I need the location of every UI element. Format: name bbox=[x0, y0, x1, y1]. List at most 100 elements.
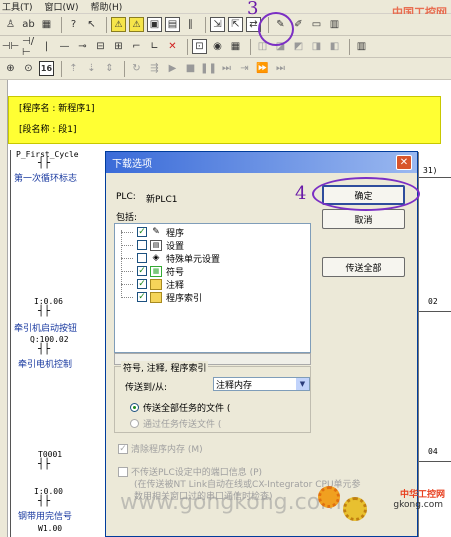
disabled-tool-3-icon: ◩ bbox=[293, 41, 304, 52]
program-check-icon[interactable]: ▤ bbox=[165, 17, 180, 32]
close-button[interactable]: ✕ bbox=[396, 155, 412, 170]
program-index-checkbox[interactable]: ✓ bbox=[137, 292, 147, 302]
close-icon: ✕ bbox=[399, 157, 409, 168]
tree-line bbox=[121, 297, 133, 298]
step-over-icon: ⇥ bbox=[240, 63, 249, 74]
tree-item-symbol[interactable]: ✓ ▦ 符号 bbox=[137, 265, 184, 278]
radio-button bbox=[130, 419, 139, 428]
ladder-comment: 牵引电机控制 bbox=[18, 360, 73, 370]
comment-checkbox[interactable]: ✓ bbox=[137, 279, 147, 289]
help-icon[interactable]: ? bbox=[66, 17, 81, 32]
hex-display-icon[interactable]: 16 bbox=[39, 61, 54, 76]
rung-line bbox=[418, 461, 451, 462]
tree-item-program[interactable]: ✓ ✎ 程序 bbox=[137, 226, 185, 239]
symbol-checkbox[interactable]: ✓ bbox=[137, 266, 147, 276]
radio-transfer-all-tasks[interactable]: 传送全部任务的文件 ( bbox=[130, 401, 230, 414]
tree-item-program-index[interactable]: ✓ 程序索引 bbox=[137, 291, 202, 304]
toolbar-separator bbox=[124, 60, 125, 77]
pause-icon[interactable]: ∥ bbox=[183, 17, 198, 32]
instruction-icon[interactable]: ⊟ bbox=[93, 39, 108, 54]
settings-icon: ▤ bbox=[150, 239, 162, 251]
ladder-right-text: 04 bbox=[428, 447, 438, 456]
menu-tools[interactable]: 工具(T) bbox=[2, 0, 33, 13]
special-unit-checkbox[interactable] bbox=[137, 253, 147, 263]
tree-line bbox=[121, 258, 133, 259]
find-replace-icon[interactable]: ab bbox=[21, 17, 36, 32]
menu-window[interactable]: 窗口(W) bbox=[45, 0, 79, 13]
disabled-tool-4-icon: ◨ bbox=[311, 41, 322, 52]
contact-nc-icon[interactable]: ⊣/⊢ bbox=[21, 36, 36, 58]
tree-line bbox=[121, 271, 133, 272]
step-into-icon: ⏭ bbox=[222, 63, 231, 74]
ladder-comment: 牵引机启动按钮 bbox=[14, 324, 78, 334]
annotation-step-3: 3 bbox=[247, 0, 259, 19]
monitor-icon[interactable]: ▣ bbox=[147, 17, 162, 32]
power-rail bbox=[10, 150, 11, 537]
tree-item-label: 注释 bbox=[166, 280, 185, 291]
toolbar-row-2: ⊣⊢ ⊣/⊢ | — ⊸ ⊟ ⊞ ⌐ ∟ ✕ ⊡ ◉ ▦ ◫ ◪ ◩ ◨ ◧ ▥ bbox=[0, 36, 451, 58]
ladder-margin bbox=[0, 80, 8, 537]
radio-label: 传送全部任务的文件 ( bbox=[143, 404, 231, 414]
horizontal-line-icon[interactable]: — bbox=[57, 39, 72, 54]
corner-line-icon[interactable]: ∟ bbox=[147, 39, 162, 54]
coil-icon[interactable]: ⊸ bbox=[75, 39, 90, 54]
annotation-circle-3 bbox=[258, 12, 294, 46]
set-icon: ⇡ bbox=[69, 63, 78, 74]
warning-alt-icon[interactable]: ⚠ bbox=[129, 17, 144, 32]
transfer-all-button[interactable]: 传送全部 bbox=[322, 257, 405, 277]
program-checkbox[interactable]: ✓ bbox=[137, 227, 147, 237]
vertical-line-icon[interactable]: | bbox=[39, 39, 54, 54]
io-table-icon[interactable]: ▥ bbox=[327, 17, 342, 32]
watermark-site: www.gongkong.com bbox=[120, 490, 342, 515]
cross-reference-icon[interactable]: ⊡ bbox=[192, 39, 207, 54]
transfer-to-label: 传送到/从: bbox=[125, 383, 168, 393]
cancel-button[interactable]: 取消 bbox=[322, 209, 405, 229]
grid-icon[interactable]: ▦ bbox=[39, 17, 54, 32]
tree-item-label: 程序 bbox=[166, 228, 185, 239]
ladder-address: I:0.00 bbox=[34, 487, 63, 496]
warning-icon[interactable]: ⚠ bbox=[111, 17, 126, 32]
rung-line bbox=[418, 177, 451, 178]
ladder-address: W1.00 bbox=[38, 524, 63, 533]
clear-memory-option: ✓ 清除程序内存 (M) bbox=[118, 442, 203, 455]
line-connect-icon[interactable]: ⌐ bbox=[129, 39, 144, 54]
comment-icon bbox=[150, 278, 162, 290]
group-title: 符号, 注释, 程序索引 bbox=[121, 361, 209, 374]
radio-button[interactable] bbox=[130, 403, 139, 412]
context-help-icon[interactable]: ↖ bbox=[84, 17, 99, 32]
toolbar-separator bbox=[61, 16, 62, 33]
delete-line-icon[interactable]: ✕ bbox=[165, 39, 180, 54]
calendar-icon[interactable]: ▦ bbox=[228, 39, 243, 54]
contact-symbol: ┤├ bbox=[38, 306, 51, 317]
zoom-icon[interactable]: ⊙ bbox=[21, 61, 36, 76]
toolbar-separator bbox=[205, 16, 206, 33]
tree-item-comment[interactable]: ✓ 注释 bbox=[137, 278, 185, 291]
fast-forward-icon: ⏩ bbox=[256, 63, 269, 74]
settings-checkbox[interactable] bbox=[137, 240, 147, 250]
transfer-to-plc-icon[interactable]: ⇲ bbox=[210, 17, 225, 32]
instruction-alt-icon[interactable]: ⊞ bbox=[111, 39, 126, 54]
toolbar-separator bbox=[61, 60, 62, 77]
program-name: [程序名 : 新程序1] bbox=[19, 104, 95, 114]
transfer-from-plc-icon[interactable]: ⇱ bbox=[228, 17, 243, 32]
menu-bar: 工具(T) 窗口(W) 帮助(H) bbox=[0, 0, 451, 14]
menu-help[interactable]: 帮助(H) bbox=[90, 0, 122, 13]
toolbar-separator bbox=[106, 16, 107, 33]
dialog-titlebar[interactable]: 下载选项 bbox=[106, 152, 417, 173]
include-tree[interactable]: ✓ ✎ 程序 ▤ 设置 ◈ 特殊单元设置 ✓ ▦ 符号 ✓ 注释 ✓ 程序索引 bbox=[114, 223, 311, 353]
memory-icon[interactable]: ◉ bbox=[210, 39, 225, 54]
watermark-brand-cn: 中华工控网 bbox=[399, 490, 445, 500]
tree-item-special-unit[interactable]: ◈ 特殊单元设置 bbox=[137, 252, 220, 265]
toolbar-row-3: ⊕ ⊙ 16 ⇡ ⇣ ⇕ ↻ ⇶ ▶ ■ ❚❚ ⏭ ⇥ ⏩ ⏭ bbox=[0, 58, 451, 80]
contact-no-icon[interactable]: ⊣⊢ bbox=[2, 39, 19, 54]
special-unit-icon: ◈ bbox=[152, 253, 160, 263]
tree-item-settings[interactable]: ▤ 设置 bbox=[137, 239, 184, 252]
transfer-to-select[interactable]: 注释内存 ▼ bbox=[213, 377, 310, 391]
columns-icon[interactable]: ▥ bbox=[354, 39, 369, 54]
memory-card-icon[interactable]: ▭ bbox=[309, 17, 324, 32]
binoculars-icon[interactable]: ♙ bbox=[3, 17, 18, 32]
chevron-down-icon[interactable]: ▼ bbox=[296, 378, 309, 390]
ladder-comment: 钢带用完信号 bbox=[18, 512, 73, 522]
zoom-in-icon[interactable]: ⊕ bbox=[3, 61, 18, 76]
skip-icon: ⏭ bbox=[276, 63, 285, 74]
